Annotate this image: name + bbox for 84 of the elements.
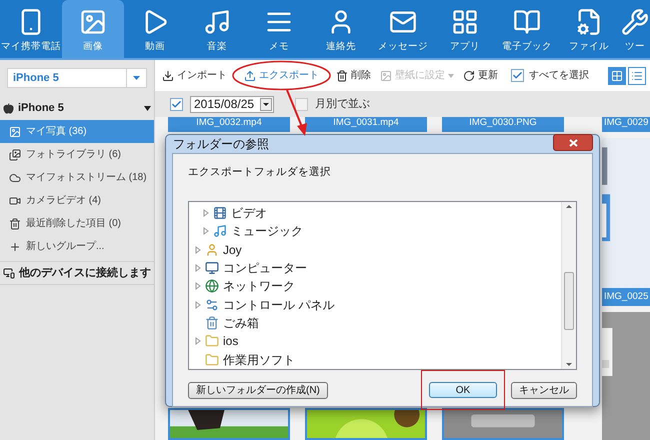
nav-tab[interactable]: ファイル [558, 0, 620, 58]
expand-arrow-icon[interactable] [195, 264, 201, 272]
photo-caption: IMG_0025 [602, 288, 650, 306]
dialog-title: フォルダーの参照 [172, 136, 270, 153]
cloud-icon [9, 172, 21, 184]
device-select[interactable]: iPhone 5 [7, 68, 147, 88]
cancel-button[interactable]: キャンセル [511, 382, 577, 399]
wrench-icon [621, 8, 649, 36]
folder-label[interactable]: ios [223, 332, 238, 350]
album-icon [9, 148, 21, 160]
sidebar-item[interactable]: フォトライブラリ (6) [0, 143, 154, 166]
dropdown-arrow-icon [263, 102, 270, 106]
checkbox[interactable] [170, 98, 183, 110]
nav-tab[interactable]: 音楽 [186, 0, 248, 58]
nav-tab[interactable]: 電子ブック [496, 0, 558, 58]
toolbar-button[interactable]: 更新 [461, 68, 500, 83]
image-icon [9, 126, 21, 138]
photo-caption: IMG_0032.mp4 [168, 117, 290, 132]
toolbar-button[interactable]: インポート [160, 68, 229, 83]
nav-tab[interactable]: アプリ [434, 0, 496, 58]
devices-icon [3, 267, 15, 279]
nav-tab[interactable]: マイ携帯電話 [0, 0, 62, 58]
photo-caption: IMG_0030.PNG [442, 117, 564, 132]
music-icon [203, 8, 231, 36]
folder-label[interactable]: ビデオ [231, 204, 267, 222]
close-button[interactable] [553, 134, 593, 151]
export-icon [244, 70, 256, 82]
scrollbar[interactable] [561, 202, 576, 369]
refresh-icon [463, 70, 475, 82]
sidebar-item[interactable]: カメラビデオ (4) [0, 189, 154, 212]
expand-arrow-icon[interactable] [195, 300, 201, 309]
new-folder-button[interactable]: 新しいフォルダーの作成(N) [188, 382, 328, 399]
expand-arrow-icon[interactable] [195, 337, 201, 346]
scroll-down-icon[interactable] [566, 362, 572, 366]
trash-icon [9, 218, 21, 230]
photo-caption: IMG_0031.mp4 [305, 117, 427, 132]
nav-tab[interactable]: メッセージ [372, 0, 434, 58]
grid-view-button[interactable] [608, 66, 626, 84]
apple-icon [3, 102, 14, 114]
pointer-arrow [286, 90, 307, 136]
grid-icon [451, 8, 479, 36]
expand-arrow-icon[interactable] [195, 282, 201, 290]
scrollbar-thumb[interactable] [564, 272, 574, 330]
nav-tab[interactable]: 動画 [124, 0, 186, 58]
image-icon [380, 70, 392, 82]
folder-label[interactable]: Joy [223, 240, 242, 259]
scroll-up-icon[interactable] [566, 204, 572, 208]
close-icon [568, 138, 578, 146]
folder-label[interactable]: ミュージック [231, 222, 303, 240]
photo-caption: IMG_0029 [602, 117, 650, 132]
nav-tab[interactable]: メモ [248, 0, 310, 58]
plus-icon [9, 240, 21, 252]
dropdown-arrow-icon [448, 74, 454, 78]
by-month-label[interactable]: 月別で並ぶ [315, 96, 370, 112]
checkbox[interactable] [511, 69, 524, 82]
folder-label[interactable]: 作業用ソフト [223, 350, 295, 369]
nav-tab[interactable]: 連絡先 [310, 0, 372, 58]
dialog-prompt: エクスポートフォルダを選択 [188, 165, 332, 180]
checkbox[interactable] [295, 98, 308, 110]
sidebar-item[interactable]: 最近削除した項目 (0) [0, 212, 154, 235]
connect-device-row[interactable]: 他のデバイスに接続します [0, 261, 154, 285]
expand-arrow-icon[interactable] [203, 208, 209, 217]
device-header[interactable]: iPhone 5 [0, 96, 154, 120]
select-all-label[interactable]: すべてを選択 [529, 68, 589, 83]
date-select[interactable]: 2015/08/25 [190, 96, 274, 112]
image-icon [79, 8, 107, 36]
folder-label[interactable]: コントロール パネル [223, 296, 334, 314]
toolbar-button[interactable]: 削除 [334, 68, 373, 83]
grid-icon [611, 70, 623, 82]
expand-arrow-icon[interactable] [195, 246, 201, 254]
book-icon [513, 8, 541, 36]
list-view-button[interactable] [628, 66, 646, 84]
nav-tab[interactable]: ツー [620, 0, 650, 58]
ok-button[interactable]: OK [429, 382, 497, 398]
folder-label[interactable]: ネットワーク [223, 277, 295, 296]
trash-icon [336, 70, 348, 82]
folder-label[interactable]: ごみ箱 [223, 314, 259, 332]
import-icon [162, 70, 174, 82]
sidebar-item[interactable]: 新しいグループ... [0, 235, 154, 258]
folder-label[interactable]: コンピューター [223, 258, 307, 277]
dropdown-arrow-icon [133, 76, 140, 80]
video-icon [9, 194, 21, 206]
expand-arrow-icon[interactable] [203, 227, 209, 236]
sidebar-item[interactable]: マイフォトストリーム (18) [0, 166, 154, 189]
